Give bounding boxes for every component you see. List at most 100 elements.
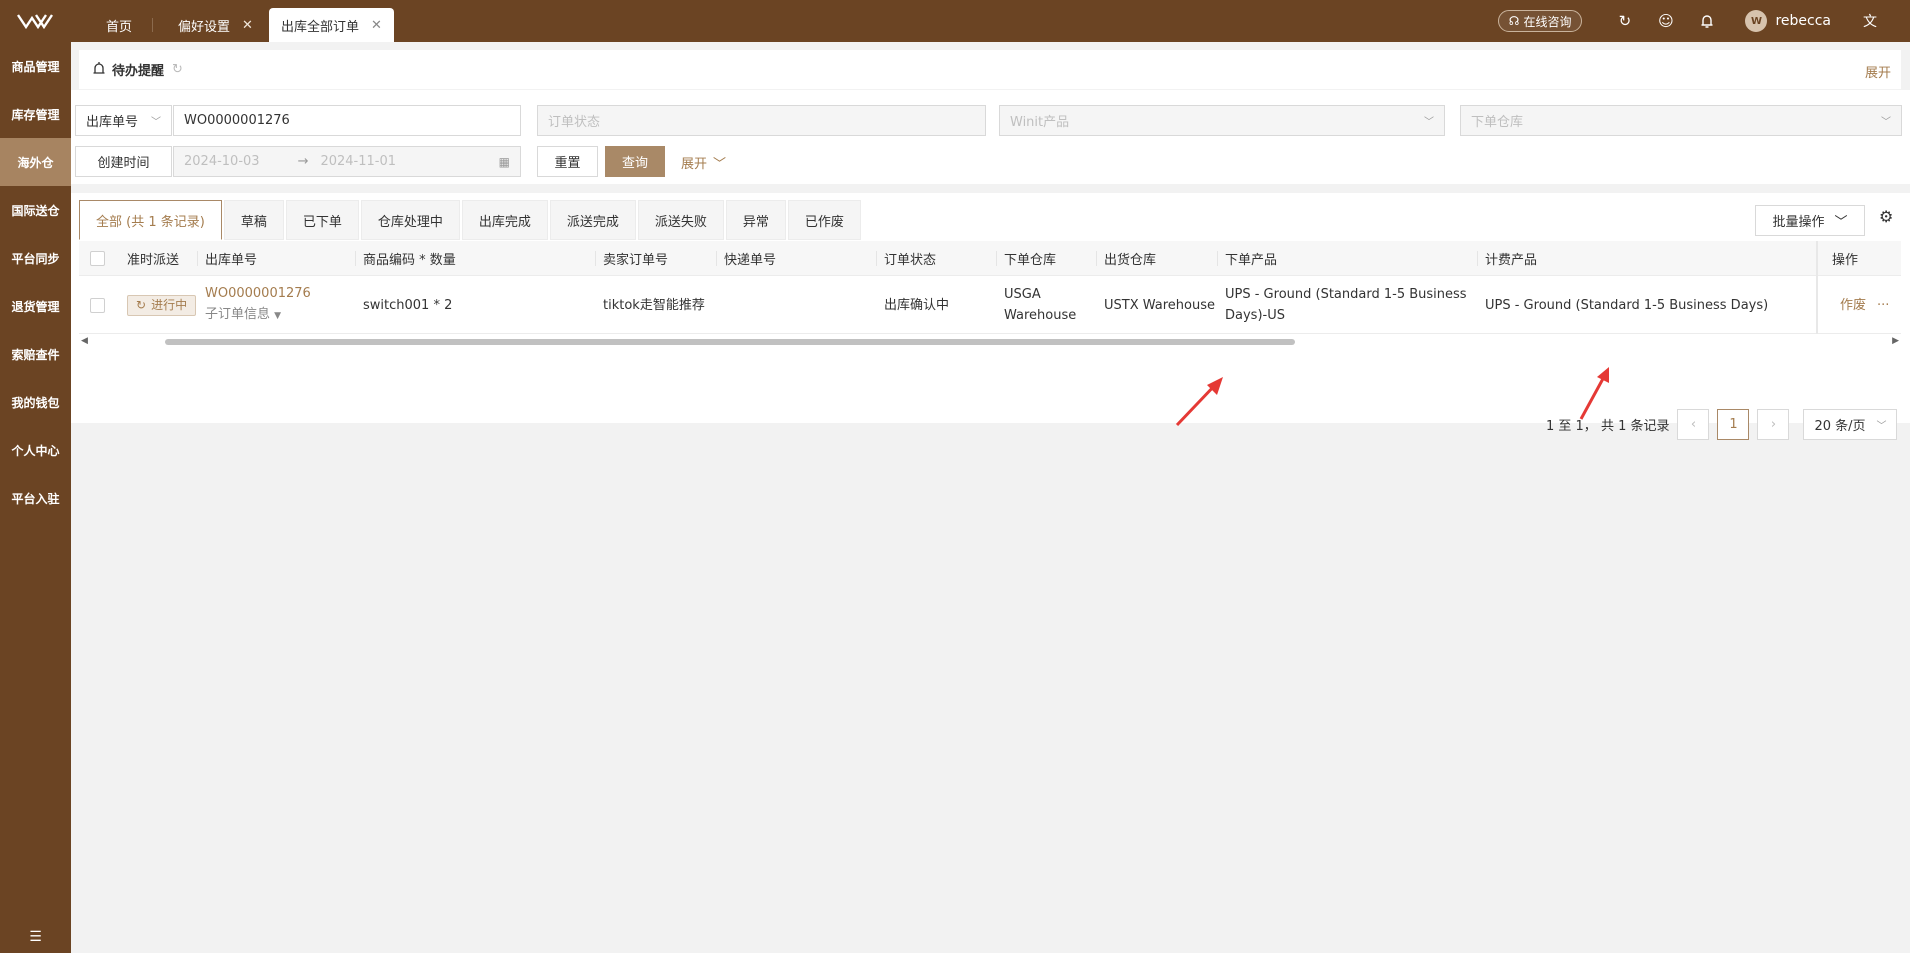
fixed-action-column	[1816, 241, 1893, 334]
tab-ordered[interactable]: 已下单	[285, 200, 359, 240]
order-product-cell: UPS - Ground (Standard 1-5 Business Days…	[1225, 287, 1467, 323]
checkbox[interactable]	[90, 251, 105, 266]
sidebar-item-inventory[interactable]: 库存管理	[0, 90, 71, 138]
tab-outbound-complete[interactable]: 出库完成	[461, 200, 548, 240]
online-consult-button[interactable]: ☊ 在线咨询	[1497, 10, 1583, 32]
prev-page-button[interactable]: ‹	[1677, 409, 1710, 440]
tab-outbound-orders[interactable]: 出库全部订单 ✕	[268, 8, 394, 42]
pagination: 1 至 1， 共 1 条记录 ‹ 1 › 20 条/页 ﹀	[1546, 409, 1898, 440]
todo-expand-link[interactable]: 展开	[1865, 62, 1891, 81]
sidebar-item-claims[interactable]: 索赔查件	[0, 330, 71, 378]
order-status-placeholder: 订单状态	[548, 115, 601, 130]
feedback-icon[interactable]: ☺	[1645, 0, 1686, 42]
tab-label: 偏好设置	[178, 19, 231, 35]
sidebar-item-products[interactable]: 商品管理	[0, 42, 71, 90]
badge-label: 进行中	[151, 297, 188, 312]
table-header: 准时派送 出库单号 商品编码 * 数量 卖家订单号 快递单号 订单状态 下单仓库…	[79, 241, 1901, 276]
table-row: ↻ 进行中 WO0000001276 子订单信息 ▼ switch001 * 2 …	[79, 276, 1901, 334]
orders-table-card: 全部 (共 1 条记录) 草稿 已下单 仓库处理中 出库完成 派送完成 派送失败…	[71, 193, 1910, 440]
sidebar-item-platform-join[interactable]: 平台入驻	[0, 474, 71, 522]
filter-expand-link[interactable]: 展开 ﹀	[681, 153, 726, 172]
page-size-value: 20 条/页	[1814, 419, 1866, 434]
gear-icon[interactable]: ⚙	[1879, 207, 1893, 226]
order-type-value: 出库单号	[86, 115, 139, 130]
col-billing-product: 计费产品	[1476, 241, 1537, 276]
ontime-cell: ↻ 进行中	[127, 276, 197, 334]
col-order-product: 下单产品	[1216, 241, 1277, 276]
col-ontime: 准时派送	[127, 253, 180, 268]
order-warehouse-select[interactable]: 下单仓库 ﹀	[1460, 105, 1902, 136]
page-1-button[interactable]: 1	[1717, 409, 1750, 440]
sidebar: 商品管理 库存管理 海外仓 国际送仓 平台同步 退货管理 索赔查件 我的钱包 个…	[0, 42, 71, 953]
query-button[interactable]: 查询	[605, 146, 665, 177]
order-status-select[interactable]: 订单状态	[537, 105, 986, 136]
order-number-input[interactable]: WO0000001276	[173, 105, 521, 136]
tab-exception[interactable]: 异常	[725, 200, 786, 240]
status-tabs: 全部 (共 1 条记录) 草稿 已下单 仓库处理中 出库完成 派送完成 派送失败…	[79, 200, 863, 240]
col-seller-order: 卖家订单号	[594, 241, 668, 276]
checkbox[interactable]	[90, 297, 105, 313]
sync-icon: ↻	[136, 297, 147, 312]
col-ship-warehouse: 出货仓库	[1095, 241, 1156, 276]
user-menu[interactable]: W rebecca	[1745, 10, 1831, 32]
refresh-icon[interactable]: ↻	[1604, 0, 1645, 42]
date-start: 2024-10-03	[184, 154, 260, 169]
tab-draft[interactable]: 草稿	[223, 200, 284, 240]
tab-label: 出库全部订单	[280, 19, 359, 35]
pagination-summary: 1 至 1， 共 1 条记录	[1546, 419, 1670, 434]
tab-delivery-failed[interactable]: 派送失败	[637, 200, 724, 240]
language-icon[interactable]: 文	[1863, 11, 1883, 31]
consult-label: 在线咨询	[1523, 14, 1572, 29]
tab-label: 首页	[106, 19, 133, 35]
reset-button[interactable]: 重置	[537, 146, 598, 177]
next-page-button[interactable]: ›	[1757, 409, 1790, 440]
collapse-menu-icon[interactable]: ☰	[0, 925, 71, 949]
date-type-select[interactable]: 创建时间	[75, 146, 172, 177]
bell-icon[interactable]	[1686, 0, 1727, 42]
sidebar-item-profile[interactable]: 个人中心	[0, 426, 71, 474]
tab-warehouse-processing[interactable]: 仓库处理中	[360, 200, 460, 240]
sidebar-item-returns[interactable]: 退货管理	[0, 282, 71, 330]
chevron-down-icon: ﹀	[1424, 117, 1434, 128]
sidebar-item-platform-sync[interactable]: 平台同步	[0, 234, 71, 282]
status-cell: 出库确认中	[884, 297, 950, 313]
row-checkbox[interactable]	[90, 276, 105, 334]
arrow-right-icon: →	[297, 154, 309, 169]
order-type-select[interactable]: 出库单号 ﹀	[75, 105, 172, 136]
order-number-link[interactable]: WO0000001276	[205, 283, 311, 304]
tab-delivered[interactable]: 派送完成	[549, 200, 636, 240]
tab-preferences[interactable]: 偏好设置 ✕	[152, 8, 269, 42]
sidebar-item-overseas-warehouse[interactable]: 海外仓	[0, 138, 71, 186]
sidebar-item-international[interactable]: 国际送仓	[0, 186, 71, 234]
scroll-thumb[interactable]	[165, 339, 1295, 345]
close-icon[interactable]: ✕	[371, 18, 382, 33]
username: rebecca	[1775, 13, 1831, 29]
scroll-right-icon[interactable]: ▶	[1892, 336, 1899, 346]
select-all-checkbox[interactable]	[90, 241, 105, 276]
scroll-left-icon[interactable]: ◀	[81, 336, 88, 346]
main-content: 待办提醒 ↻ 展开 出库单号 ﹀ WO0000001276 订单状态 Winit产…	[71, 42, 1910, 953]
tab-all[interactable]: 全部 (共 1 条记录)	[79, 200, 222, 240]
avatar: W	[1745, 10, 1768, 32]
sub-order-toggle[interactable]: 子订单信息 ▼	[205, 304, 281, 327]
todo-card: 待办提醒 ↻ 展开	[79, 50, 1901, 89]
tab-voided[interactable]: 已作废	[787, 200, 861, 240]
close-icon[interactable]: ✕	[242, 18, 253, 33]
billing-product-cell: UPS - Ground (Standard 1-5 Business Days…	[1485, 297, 1769, 313]
batch-label: 批量操作	[1772, 215, 1825, 230]
page-size-select[interactable]: 20 条/页 ﹀	[1803, 409, 1898, 440]
date-range-picker[interactable]: 2024-10-03 → 2024-11-01 ▦	[173, 146, 521, 177]
col-status: 订单状态	[875, 241, 936, 276]
alarm-icon	[92, 61, 106, 79]
winit-product-select[interactable]: Winit产品 ﹀	[999, 105, 1445, 136]
seller-order-cell: tiktok走智能推荐	[603, 297, 705, 313]
date-type-value: 创建时间	[97, 156, 150, 171]
brand-logo[interactable]	[0, 0, 71, 42]
chevron-down-icon: ﹀	[713, 157, 727, 172]
sidebar-item-wallet[interactable]: 我的钱包	[0, 378, 71, 426]
batch-actions-button[interactable]: 批量操作 ﹀	[1755, 205, 1865, 236]
tab-home[interactable]: 首页	[86, 8, 152, 42]
warehouse-placeholder: 下单仓库	[1471, 115, 1524, 130]
horizontal-scrollbar[interactable]: ◀ ▶	[79, 336, 1901, 346]
calendar-icon: ▦	[498, 154, 510, 169]
